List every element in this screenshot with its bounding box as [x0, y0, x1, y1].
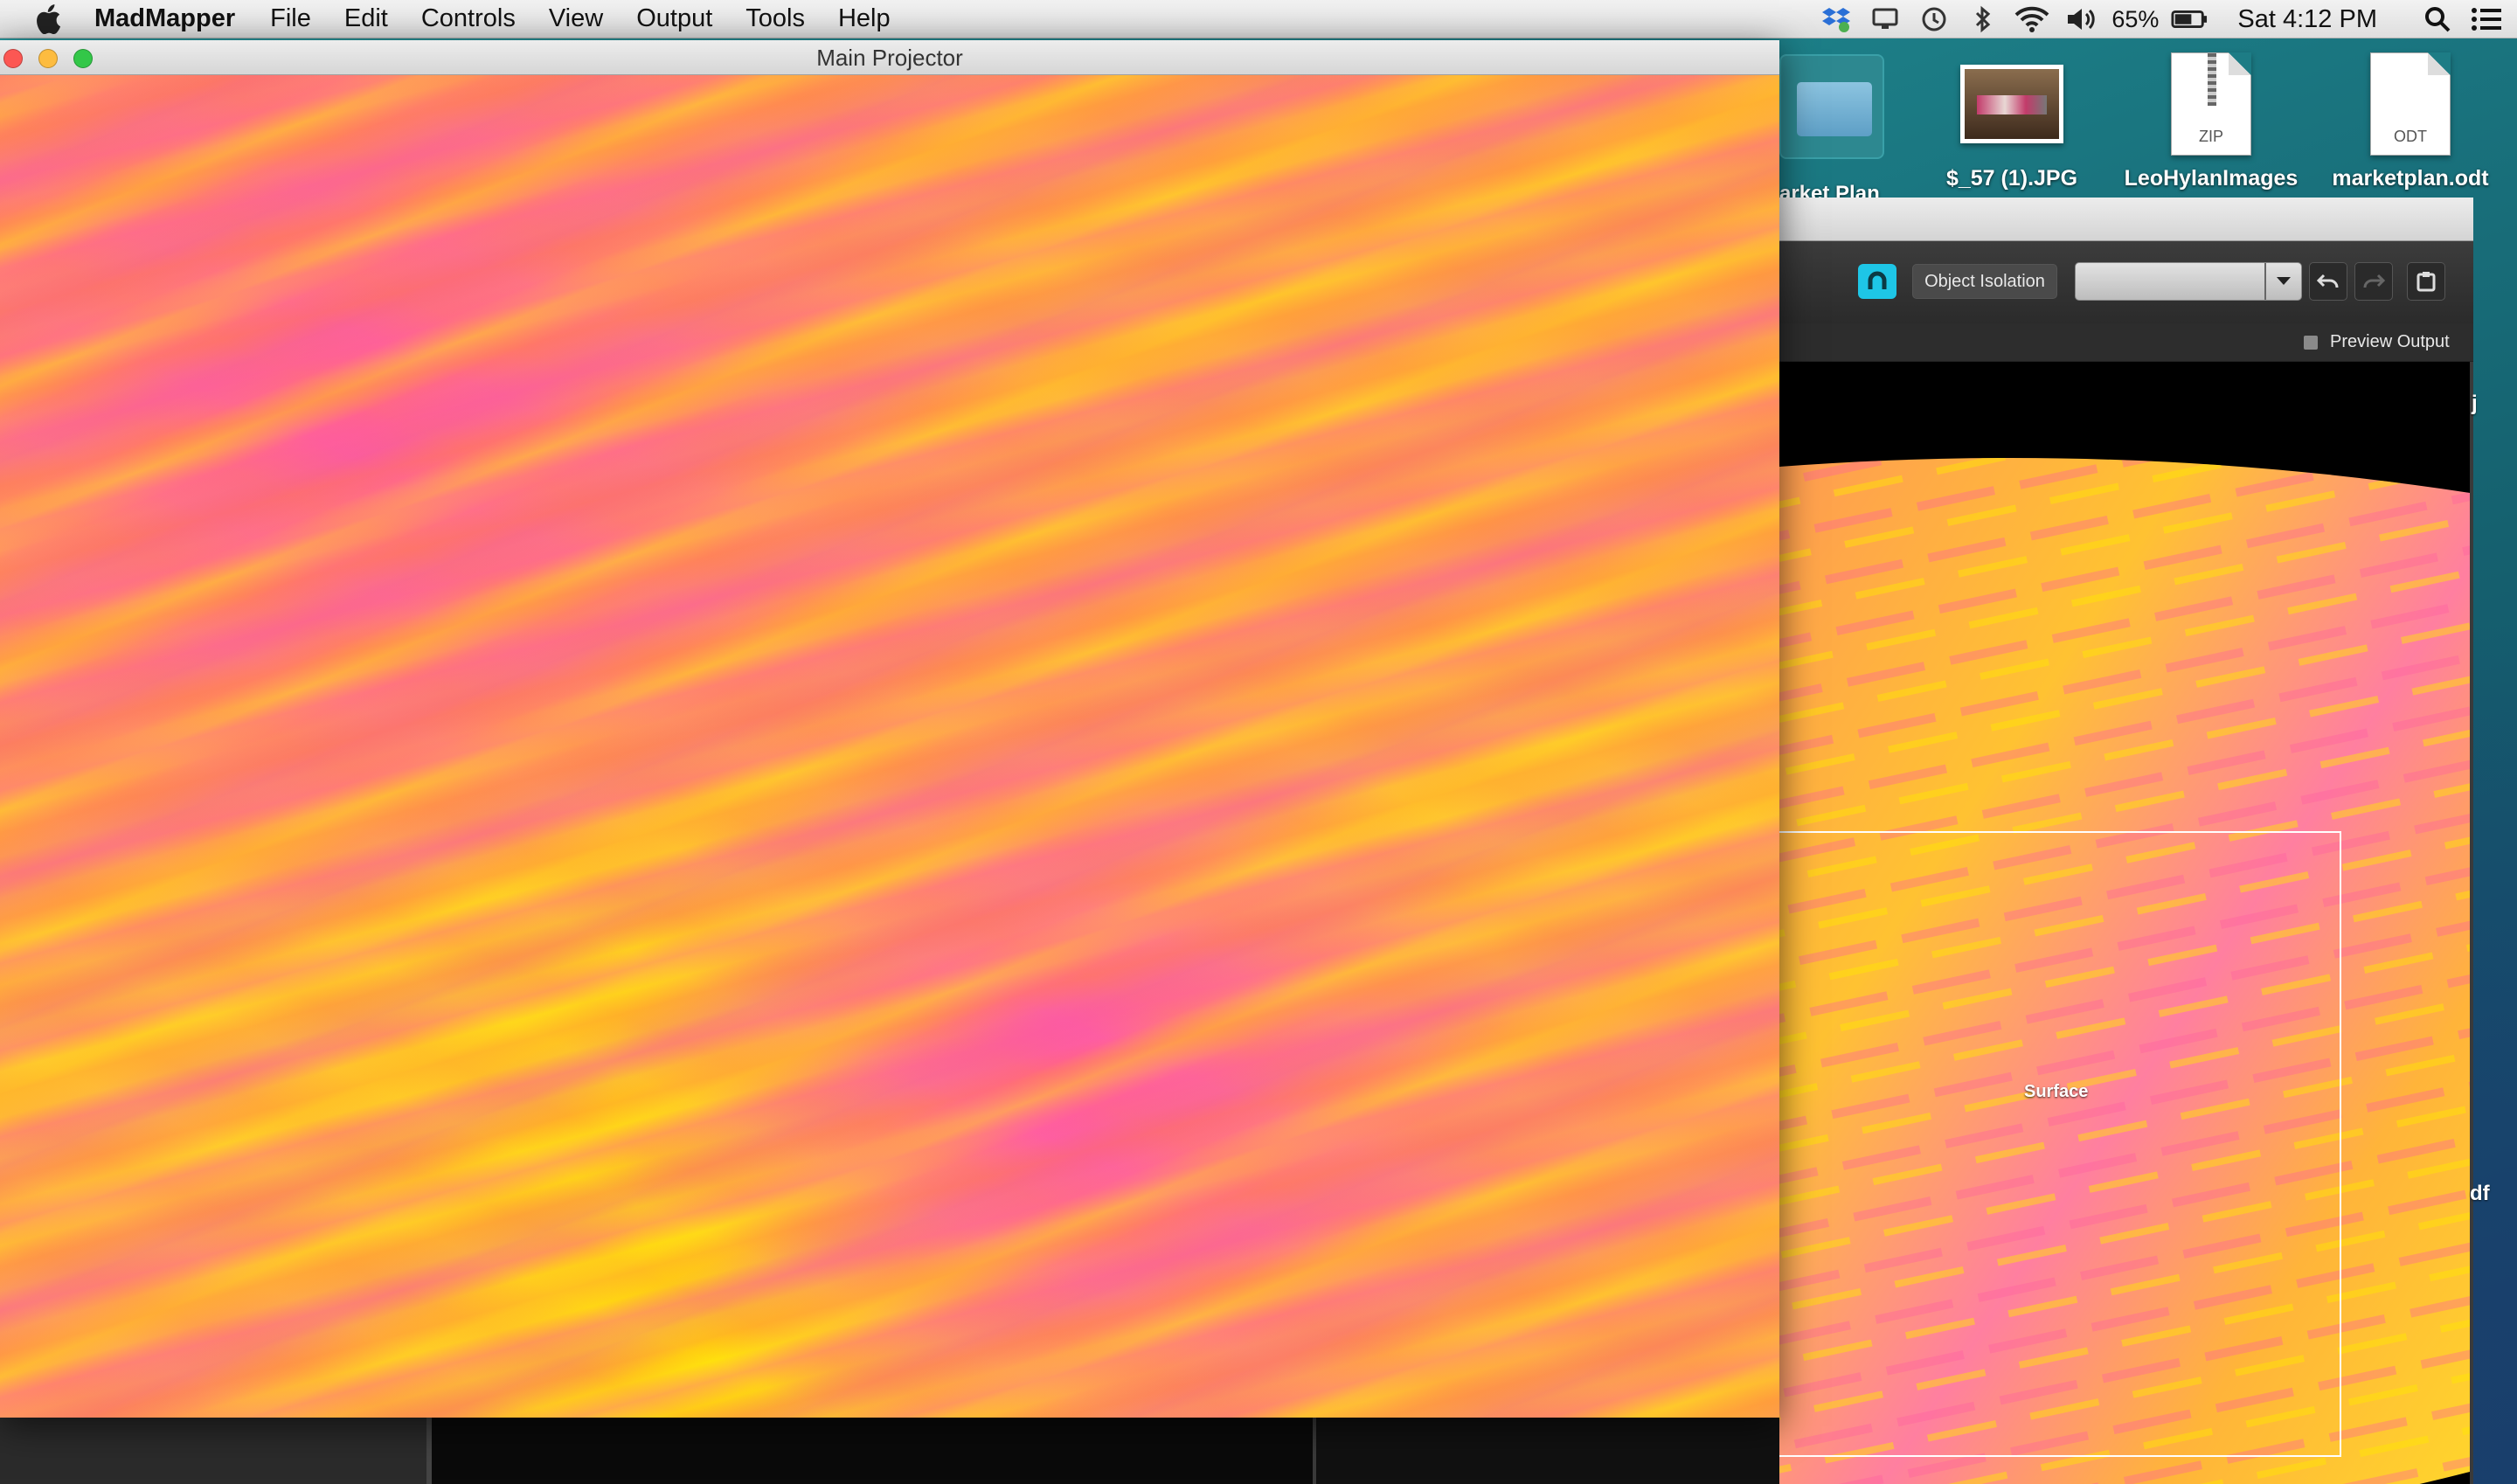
- desktop-folder-icon[interactable]: [1779, 54, 1884, 159]
- menu-help[interactable]: Help: [838, 4, 891, 33]
- menu-file[interactable]: File: [270, 4, 311, 33]
- desktop-edge-text-df: df: [2470, 1182, 2490, 1205]
- menu-clock[interactable]: Sat 4:12 PM: [2237, 5, 2377, 34]
- preview-bar: Preview Output: [1779, 323, 2473, 362]
- wifi-icon[interactable]: [2014, 0, 2050, 38]
- desktop-file-label: LeoHylanImages: [2124, 166, 2299, 191]
- battery-icon[interactable]: [2171, 0, 2208, 38]
- main-projector-window: Main Projector: [0, 40, 1779, 1418]
- time-machine-icon[interactable]: [1916, 0, 1952, 38]
- desktop-edge-text-j: j: [2472, 392, 2478, 415]
- preview-surface-svg: [1779, 458, 2470, 1484]
- menu-bar: MadMapper File Edit Controls View Output…: [0, 0, 2517, 38]
- bluetooth-icon[interactable]: [1965, 0, 2001, 38]
- file-ext: ODT: [2394, 128, 2427, 145]
- spotlight-icon[interactable]: [2419, 0, 2456, 38]
- madmapper-main-window: Object Isolation Preview Output Surface: [1779, 198, 2473, 1484]
- desktop-file-jpg[interactable]: $_57 (1).JPG: [1916, 52, 2108, 191]
- menu-edit[interactable]: Edit: [344, 4, 388, 33]
- clipboard-icon[interactable]: [2407, 262, 2445, 301]
- background-app-sidebar: [0, 1418, 426, 1484]
- volume-icon[interactable]: [2063, 0, 2099, 38]
- undo-button[interactable]: [2309, 262, 2347, 301]
- madmapper-toolbar: Object Isolation: [1779, 241, 2473, 323]
- image-thumbnail-icon: [1960, 65, 2063, 143]
- desktop-file-odt[interactable]: ODT marketplan.odt: [2314, 52, 2507, 191]
- apple-icon[interactable]: [23, 0, 75, 38]
- output-select[interactable]: [2075, 262, 2302, 301]
- notification-center-icon[interactable]: [2468, 0, 2505, 38]
- menu-tools[interactable]: Tools: [745, 4, 805, 33]
- menu-controls[interactable]: Controls: [421, 4, 516, 33]
- display-icon[interactable]: [1867, 0, 1903, 38]
- madmapper-preview-canvas[interactable]: Surface: [1779, 362, 2470, 1484]
- window-title: Main Projector: [816, 45, 963, 71]
- preview-output-checkbox[interactable]: [2304, 336, 2318, 350]
- battery-percent: 65%: [2111, 5, 2160, 32]
- object-isolation-button[interactable]: Object Isolation: [1912, 264, 2057, 299]
- desktop-file-zip[interactable]: ZIP LeoHylanImages: [2115, 52, 2307, 191]
- file-ext: ZIP: [2198, 128, 2223, 145]
- menu-extras: 65% Sat 4:12 PM: [1806, 0, 2517, 38]
- menu-app-name[interactable]: MadMapper: [94, 4, 235, 33]
- projector-output-canvas: [0, 75, 1779, 1418]
- desktop-file-label: $_57 (1).JPG: [1945, 166, 2078, 191]
- background-app-input-view: [432, 1418, 1313, 1484]
- panel-divider[interactable]: [1313, 1418, 1316, 1484]
- desktop-file-label: marketplan.odt: [2332, 166, 2489, 191]
- redo-button[interactable]: [2354, 262, 2393, 301]
- projector-titlebar[interactable]: Main Projector: [0, 40, 1779, 75]
- surface-label[interactable]: Surface: [2024, 1082, 2088, 1102]
- menu-view[interactable]: View: [549, 4, 603, 33]
- chevron-down-icon: [2264, 263, 2301, 300]
- zip-file-icon: ZIP: [2171, 52, 2251, 156]
- madmapper-titlebar[interactable]: [1779, 198, 2473, 241]
- document-file-icon: ODT: [2370, 52, 2451, 156]
- magnet-icon[interactable]: [1858, 264, 1896, 299]
- desktop-edge-strip: j df: [2470, 198, 2517, 1484]
- menu-output[interactable]: Output: [636, 4, 712, 33]
- dropbox-icon[interactable]: [1818, 0, 1855, 38]
- preview-output-label: Preview Output: [2330, 332, 2450, 351]
